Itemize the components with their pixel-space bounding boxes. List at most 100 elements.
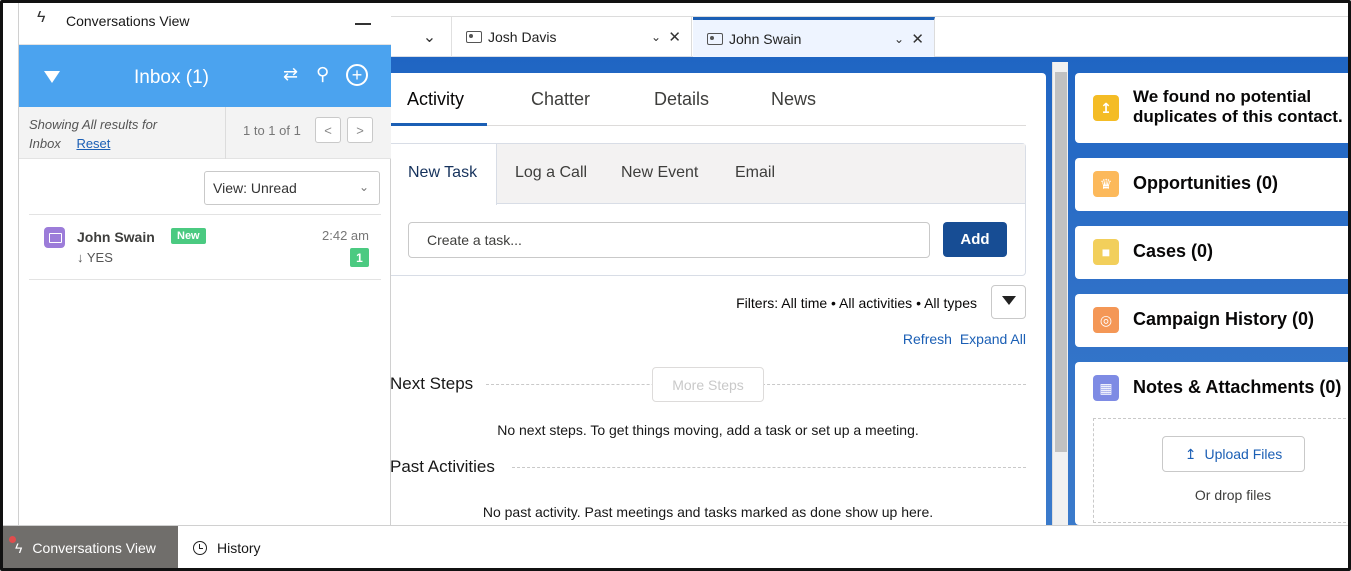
view-filter-value: View: Unread (213, 180, 297, 196)
active-tab-indicator (390, 123, 487, 126)
unread-count: 1 (350, 248, 369, 267)
bolt-icon: ϟ (15, 539, 23, 556)
opportunities-card: ♛ Opportunities (0) (1075, 158, 1351, 211)
contact-card-icon (707, 32, 723, 45)
utility-history[interactable]: History (193, 526, 261, 569)
tab-details[interactable]: Details (654, 89, 709, 110)
tab-new-task[interactable]: New Task (408, 164, 477, 182)
add-icon[interactable]: + (346, 64, 368, 86)
notes-attachments-title[interactable]: Notes & Attachments (0) (1133, 377, 1341, 398)
refresh-icon[interactable]: ⇄ (283, 64, 298, 85)
new-badge: New (171, 228, 206, 244)
close-icon[interactable]: ✕ (668, 28, 681, 46)
drop-files-text: Or drop files (1194, 487, 1272, 503)
view-filter-select[interactable]: View: Unread ⌄ (204, 171, 380, 205)
tab-josh-davis[interactable]: Josh Davis ⌄ ✕ (452, 17, 692, 57)
tab-log-a-call[interactable]: Log a Call (515, 164, 587, 182)
briefcase-icon: ■ (1093, 239, 1119, 265)
chevron-down-icon: ⌄ (358, 180, 369, 194)
showing-scope: Inbox (29, 136, 61, 151)
tab-email[interactable]: Email (735, 164, 775, 182)
file-drop-zone[interactable]: ↥ Upload Files Or drop files (1093, 418, 1351, 523)
utility-bar: ϟ Conversations View History (3, 525, 1348, 569)
timeline-links: Refresh Expand All (899, 331, 1026, 347)
tab-label: Josh Davis (488, 29, 557, 45)
main-scrollbar[interactable] (1052, 62, 1068, 525)
contact-card-icon (44, 227, 65, 248)
clock-icon (193, 540, 207, 555)
utility-conversations-label: Conversations View (32, 539, 156, 556)
upload-label: Upload Files (1204, 446, 1283, 462)
refresh-link[interactable]: Refresh (903, 331, 952, 347)
bolt-icon: ϟ (37, 9, 46, 26)
message-time: 2:42 am (322, 228, 369, 243)
tab-news[interactable]: News (771, 89, 816, 110)
more-steps-button[interactable]: More Steps (652, 367, 764, 402)
contact-card-icon (466, 31, 482, 43)
tab-overflow-chevron-icon[interactable]: ⌄ (408, 17, 452, 57)
last-message-text: YES (86, 250, 113, 265)
cases-card: ■ Cases (0) (1075, 226, 1351, 279)
tab-chatter[interactable]: Chatter (531, 89, 590, 110)
filter-button[interactable] (991, 285, 1026, 319)
showing-label: Showing All results for (29, 117, 158, 132)
last-message: ↓ YES (77, 250, 113, 265)
tab-label: John Swain (729, 30, 802, 47)
conversation-list-item[interactable]: John Swain New 2:42 am ↓ YES 1 (29, 214, 381, 280)
notes-attachments-card: ▦ Notes & Attachments (0) ↥ Upload Files… (1075, 362, 1351, 525)
filters-summary: Filters: All time • All activities • All… (736, 295, 977, 311)
reset-link[interactable]: Reset (76, 136, 110, 151)
opportunities-title[interactable]: Opportunities (0) (1133, 173, 1278, 194)
workspace-tab-bar: ⌄ Josh Davis ⌄ ✕ John Swain ⌄ ✕ (390, 17, 1348, 57)
pagination-text: 1 to 1 of 1 (243, 123, 301, 138)
notification-dot (9, 536, 16, 543)
campaign-history-card: ◎ Campaign History (0) (1075, 294, 1351, 347)
activity-card: Activity Chatter Details News New Task L… (390, 73, 1046, 525)
divider (225, 107, 226, 159)
cases-title[interactable]: Cases (0) (1133, 241, 1213, 262)
arrow-down-icon: ↓ (77, 250, 84, 265)
activity-composer: New Task Log a Call New Event Email Crea… (390, 143, 1026, 276)
record-subtabs: Activity Chatter Details News (390, 73, 1026, 126)
minimize-icon[interactable] (355, 23, 371, 25)
chevron-down-icon[interactable]: ⌄ (651, 30, 661, 44)
inbox-bar: Inbox (1) ⇄ ⚲ + (19, 45, 391, 107)
chevron-down-icon[interactable]: ⌄ (894, 32, 904, 46)
file-icon: ▦ (1093, 375, 1119, 401)
duplicate-icon: ↥ (1093, 95, 1119, 121)
next-steps-title: Next Steps (390, 374, 474, 393)
next-page-button[interactable]: > (347, 117, 373, 143)
inbox-title: Inbox (1) (134, 67, 209, 88)
divider (512, 467, 1026, 468)
past-activities-title: Past Activities (390, 457, 495, 476)
utility-history-label: History (217, 539, 261, 556)
conversations-title: Conversations View (66, 13, 190, 29)
utility-conversations-view[interactable]: ϟ Conversations View (3, 526, 178, 569)
past-activities-empty-message: No past activity. Past meetings and task… (482, 504, 934, 520)
add-task-button[interactable]: Add (943, 222, 1007, 257)
crown-icon: ♛ (1093, 171, 1119, 197)
filter-icon (1001, 295, 1016, 305)
scrollbar-thumb[interactable] (1055, 72, 1067, 452)
duplicates-message: We found no potential duplicates of this… (1133, 87, 1343, 126)
composer-tabs: New Task Log a Call New Event Email (390, 144, 1025, 205)
showing-text: Showing All results for Inbox Reset (29, 115, 157, 153)
expand-all-link[interactable]: Expand All (960, 331, 1026, 347)
results-bar: Showing All results for Inbox Reset 1 to… (19, 107, 391, 159)
tab-activity[interactable]: Activity (407, 89, 464, 110)
duplicates-card: ↥ We found no potential duplicates of th… (1075, 73, 1351, 143)
previous-page-button[interactable]: < (315, 117, 341, 143)
next-steps-empty-message: No next steps. To get things moving, add… (497, 422, 919, 438)
conversations-panel: ϟ Conversations View Inbox (1) ⇄ ⚲ + Sho… (18, 3, 391, 525)
tab-john-swain[interactable]: John Swain ⌄ ✕ (693, 17, 935, 57)
top-strip (390, 3, 1348, 17)
create-task-input[interactable]: Create a task... (408, 222, 930, 258)
upload-icon: ↥ (1184, 445, 1197, 462)
upload-files-button[interactable]: ↥ Upload Files (1162, 436, 1305, 472)
contact-name: John Swain (77, 229, 155, 245)
search-icon[interactable]: ⚲ (316, 64, 329, 85)
campaign-history-title[interactable]: Campaign History (0) (1133, 309, 1314, 330)
target-icon: ◎ (1093, 307, 1119, 333)
close-icon[interactable]: ✕ (911, 30, 924, 48)
tab-new-event[interactable]: New Event (621, 164, 698, 182)
